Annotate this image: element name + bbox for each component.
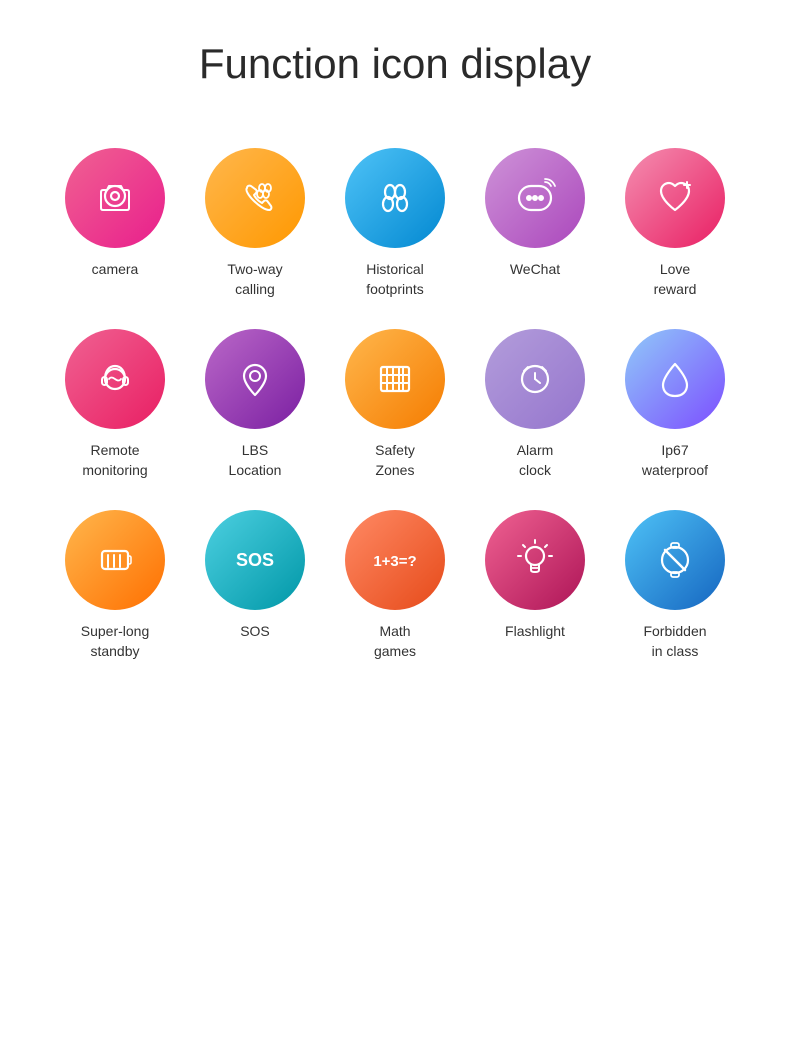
page-title: Function icon display (199, 40, 591, 88)
item-safety-zones: SafetyZones (335, 329, 455, 480)
item-math-games: 1+3=? Mathgames (335, 510, 455, 661)
icon-alarm-clock (485, 329, 585, 429)
icon-grid: camera Two-waycalling His (55, 148, 735, 662)
label-alarm-clock: Alarmclock (517, 441, 554, 480)
label-love-reward: Lovereward (654, 260, 697, 299)
label-camera: camera (92, 260, 139, 280)
label-remote-monitoring: Remotemonitoring (82, 441, 147, 480)
label-math-games: Mathgames (374, 622, 416, 661)
item-two-way-calling: Two-waycalling (195, 148, 315, 299)
icon-math-games: 1+3=? (345, 510, 445, 610)
label-historical-footprints: Historicalfootprints (366, 260, 424, 299)
label-wechat: WeChat (510, 260, 560, 280)
item-camera: camera (55, 148, 175, 299)
item-lbs-location: LBSLocation (195, 329, 315, 480)
icon-historical-footprints (345, 148, 445, 248)
label-two-way-calling: Two-waycalling (227, 260, 282, 299)
svg-text:SOS: SOS (236, 550, 274, 570)
icon-remote-monitoring (65, 329, 165, 429)
item-ip67-waterproof: Ip67waterproof (615, 329, 735, 480)
item-love-reward: Lovereward (615, 148, 735, 299)
item-flashlight: Flashlight (475, 510, 595, 661)
item-sos: SOS SOS (195, 510, 315, 661)
icon-super-long-standby (65, 510, 165, 610)
icon-love-reward (625, 148, 725, 248)
label-ip67-waterproof: Ip67waterproof (642, 441, 708, 480)
item-super-long-standby: Super-longstandby (55, 510, 175, 661)
icon-two-way-calling (205, 148, 305, 248)
item-remote-monitoring: Remotemonitoring (55, 329, 175, 480)
icon-wechat (485, 148, 585, 248)
icon-lbs-location (205, 329, 305, 429)
icon-ip67-waterproof (625, 329, 725, 429)
item-alarm-clock: Alarmclock (475, 329, 595, 480)
label-sos: SOS (240, 622, 270, 642)
item-wechat: WeChat (475, 148, 595, 299)
icon-flashlight (485, 510, 585, 610)
label-flashlight: Flashlight (505, 622, 565, 642)
svg-text:1+3=?: 1+3=? (373, 553, 416, 570)
icon-camera (65, 148, 165, 248)
icon-forbidden-in-class (625, 510, 725, 610)
item-forbidden-in-class: Forbiddenin class (615, 510, 735, 661)
label-super-long-standby: Super-longstandby (81, 622, 150, 661)
label-safety-zones: SafetyZones (375, 441, 415, 480)
icon-sos: SOS (205, 510, 305, 610)
item-historical-footprints: Historicalfootprints (335, 148, 455, 299)
icon-safety-zones (345, 329, 445, 429)
label-forbidden-in-class: Forbiddenin class (643, 622, 706, 661)
label-lbs-location: LBSLocation (229, 441, 282, 480)
